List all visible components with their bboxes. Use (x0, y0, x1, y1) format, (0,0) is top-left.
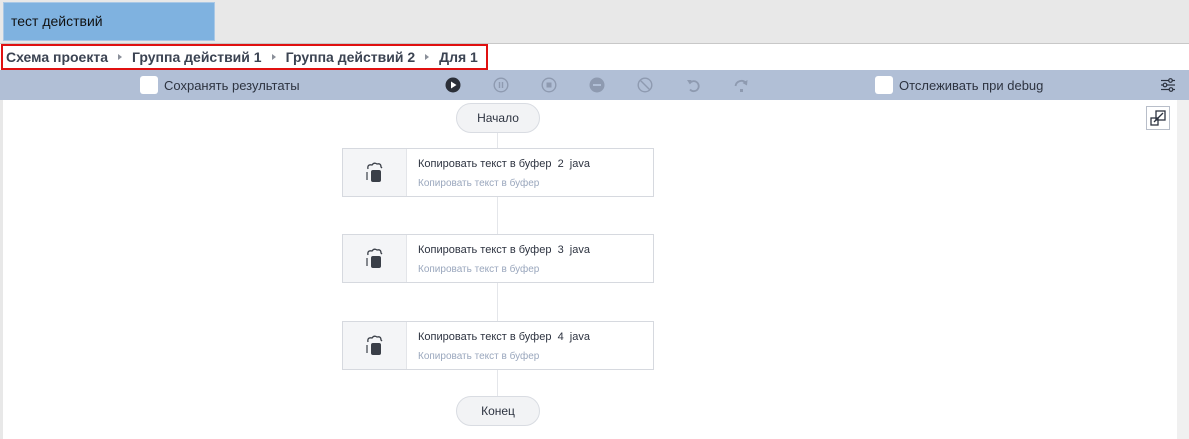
redo-icon[interactable] (733, 77, 749, 93)
flow-action-node[interactable]: Копировать текст в буфер 4 java Копирова… (342, 321, 654, 370)
flow-action-node[interactable]: Копировать текст в буфер 2 java Копирова… (342, 148, 654, 197)
breadcrumb-item-for-1[interactable]: Для 1 (439, 49, 478, 65)
save-results-checkbox[interactable] (140, 76, 158, 94)
chevron-right-icon (271, 54, 276, 60)
play-icon[interactable] (445, 77, 461, 93)
node-title: Копировать текст в буфер 4 java (418, 331, 590, 343)
stop-icon[interactable] (541, 77, 557, 93)
node-icon-panel (343, 235, 407, 282)
toolbar: Сохранять результаты Отслеживать при deb… (0, 70, 1189, 100)
node-subtitle: Копировать текст в буфер (418, 178, 540, 189)
node-title: Копировать текст в буфер 3 java (418, 244, 590, 256)
node-title: Копировать текст в буфер 2 java (418, 158, 590, 170)
clipboard-copy-icon (366, 162, 383, 182)
cancel-icon[interactable] (637, 77, 653, 93)
track-debug-checkbox[interactable] (875, 76, 893, 94)
flow-action-node[interactable]: Копировать текст в буфер 3 java Копирова… (342, 234, 654, 283)
tab-bar: тест действий (0, 0, 1189, 44)
flow-start-node[interactable]: Начало (456, 103, 540, 133)
tab-test-actions[interactable]: тест действий (3, 2, 215, 41)
undo-icon[interactable] (685, 77, 701, 93)
track-debug-label: Отслеживать при debug (899, 78, 1044, 93)
expand-button[interactable] (1146, 106, 1170, 130)
node-icon-panel (343, 149, 407, 196)
clipboard-copy-icon (366, 335, 383, 355)
settings-sliders-icon[interactable] (1160, 77, 1176, 93)
vertical-scrollbar[interactable] (1177, 100, 1189, 439)
breadcrumb: Схема проекта Группа действий 1 Группа д… (1, 44, 488, 70)
node-subtitle: Копировать текст в буфер (418, 351, 540, 362)
pause-icon[interactable] (493, 77, 509, 93)
clipboard-copy-icon (366, 248, 383, 268)
breadcrumb-item-project-scheme[interactable]: Схема проекта (6, 49, 108, 65)
breadcrumb-item-group-1[interactable]: Группа действий 1 (132, 49, 262, 65)
chevron-right-icon (118, 54, 122, 60)
flow-end-node[interactable]: Конец (456, 396, 540, 426)
breadcrumb-bar: Схема проекта Группа действий 1 Группа д… (0, 44, 1189, 70)
node-subtitle: Копировать текст в буфер (418, 264, 540, 275)
expand-icon (1150, 110, 1166, 126)
save-results-label: Сохранять результаты (164, 78, 300, 93)
minus-circle-icon[interactable] (589, 77, 605, 93)
node-icon-panel (343, 322, 407, 369)
breadcrumb-item-group-2[interactable]: Группа действий 2 (286, 49, 416, 65)
chevron-right-icon (425, 54, 430, 60)
